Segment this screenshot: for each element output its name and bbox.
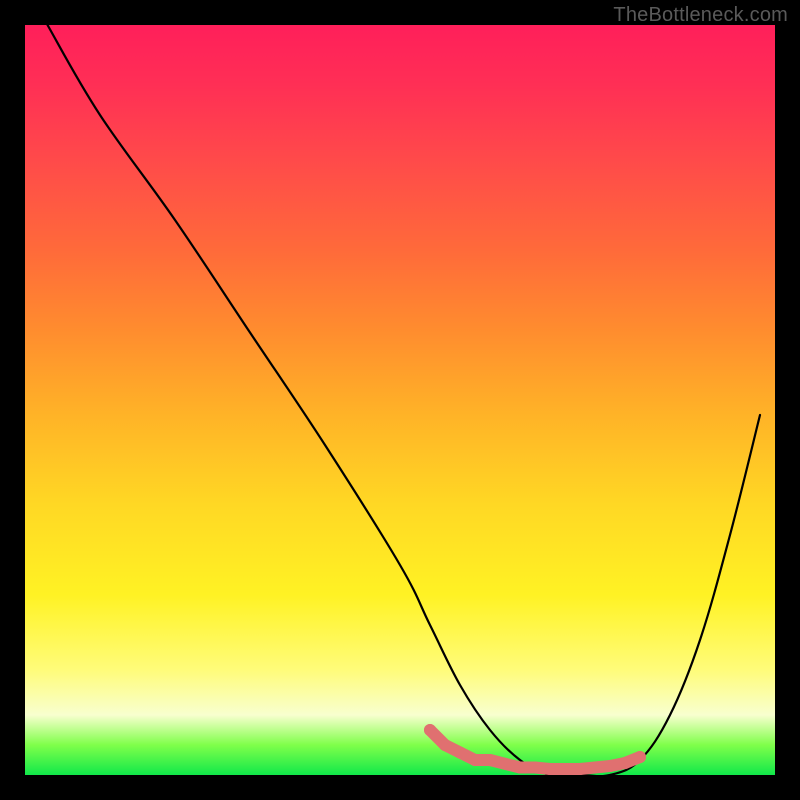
highlight-point [514, 762, 526, 774]
highlight-point [499, 758, 511, 770]
highlight-point [574, 763, 586, 775]
bottleneck-curve [48, 25, 761, 775]
highlight-point [439, 739, 451, 751]
highlight-point [589, 762, 601, 774]
highlight-point [424, 724, 436, 736]
highlight-point [604, 760, 616, 772]
watermark-text: TheBottleneck.com [613, 4, 788, 27]
highlight-point [634, 751, 646, 763]
chart-frame: TheBottleneck.com [0, 0, 800, 800]
plot-area [25, 25, 775, 775]
chart-svg [25, 25, 775, 775]
highlight-point [529, 762, 541, 774]
highlight-point [544, 763, 556, 775]
highlight-band [424, 724, 646, 775]
highlight-point [454, 747, 466, 759]
highlight-point [559, 763, 571, 775]
highlight-point [484, 754, 496, 766]
highlight-point [619, 757, 631, 769]
highlight-point [469, 754, 481, 766]
